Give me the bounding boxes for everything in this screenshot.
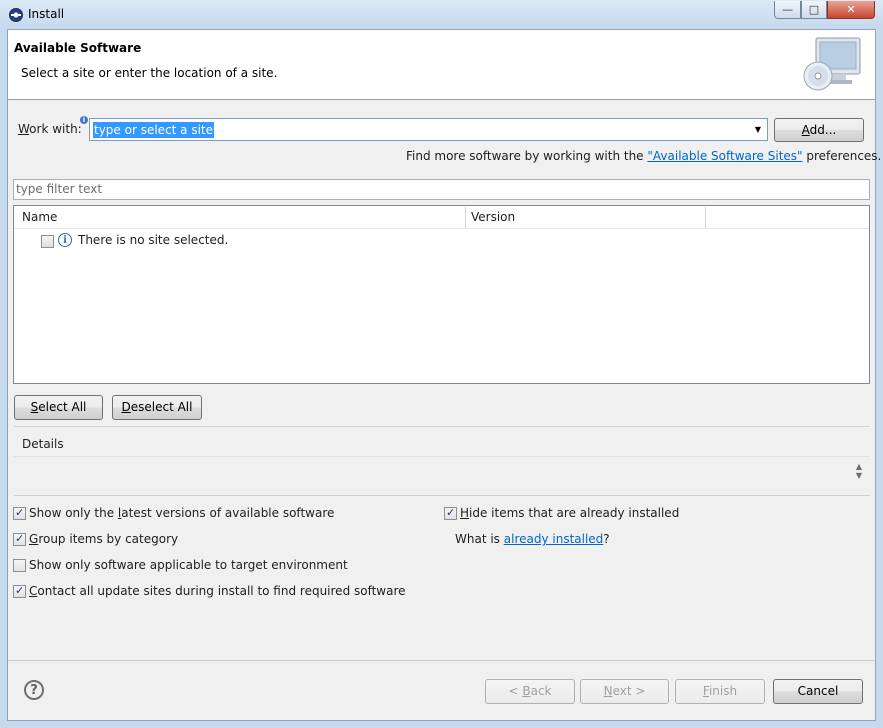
page-title: Available Software <box>14 41 142 55</box>
hide-installed-checkbox[interactable] <box>444 506 457 520</box>
target-environment-label: Show only software applicable to target … <box>29 558 348 572</box>
filter-input[interactable]: type filter text <box>13 179 870 200</box>
details-area <box>14 456 870 496</box>
latest-versions-label: Show only the latest versions of availab… <box>29 506 335 520</box>
next-button[interactable]: Next > <box>580 679 669 704</box>
work-with-input[interactable]: type or select a site <box>93 122 215 138</box>
contact-update-sites-checkbox[interactable] <box>13 584 26 598</box>
group-by-category-label: Group items by category <box>29 532 179 546</box>
info-decoration-icon: i <box>80 116 88 124</box>
eclipse-icon <box>9 8 23 22</box>
details-label: Details <box>22 437 64 451</box>
find-more-text: Find more software by working with the "… <box>406 149 882 163</box>
details-scroll-arrows[interactable]: ▲ ▼ <box>854 462 864 482</box>
back-button[interactable]: < Back <box>485 679 575 704</box>
work-with-combo[interactable]: type or select a site ▼ <box>89 118 768 141</box>
row-checkbox[interactable] <box>41 235 54 248</box>
group-by-category-checkbox[interactable] <box>13 532 26 546</box>
target-environment-checkbox[interactable] <box>13 559 26 572</box>
add-button[interactable]: Add... <box>774 118 864 142</box>
deselect-all-button[interactable]: Deselect All <box>112 395 202 420</box>
title-bar <box>0 0 883 29</box>
page-description: Select a site or enter the location of a… <box>21 66 278 80</box>
minimize-button[interactable]: — <box>774 1 801 19</box>
latest-versions-checkbox[interactable] <box>13 506 26 520</box>
column-divider[interactable] <box>465 207 466 228</box>
computer-cd-icon <box>802 36 862 94</box>
info-icon: i <box>58 233 72 247</box>
software-table[interactable] <box>13 205 870 384</box>
column-header-name[interactable]: Name <box>22 210 57 224</box>
table-header <box>14 206 869 229</box>
what-is-installed-text: What is already installed? <box>455 532 610 546</box>
select-all-button[interactable]: Select All <box>14 395 103 420</box>
available-software-sites-link[interactable]: "Available Software Sites" <box>647 149 802 163</box>
hide-installed-label: Hide items that are already installed <box>460 506 680 520</box>
column-divider[interactable] <box>705 207 706 228</box>
cancel-button[interactable]: Cancel <box>773 679 863 704</box>
finish-button[interactable]: Finish <box>675 679 765 704</box>
footer-separator <box>8 660 875 661</box>
column-header-version[interactable]: Version <box>471 210 515 224</box>
chevron-down-icon[interactable]: ▼ <box>752 122 764 137</box>
work-with-label: Work with: <box>18 122 82 136</box>
maximize-button[interactable]: □ <box>801 1 827 19</box>
help-icon[interactable]: ? <box>24 680 44 700</box>
close-button[interactable]: ✕ <box>827 1 875 19</box>
empty-message: There is no site selected. <box>78 233 229 247</box>
details-separator <box>14 426 870 427</box>
already-installed-link[interactable]: already installed <box>504 532 604 546</box>
window-title: Install <box>28 7 65 21</box>
contact-update-sites-label: Contact all update sites during install … <box>29 584 406 598</box>
